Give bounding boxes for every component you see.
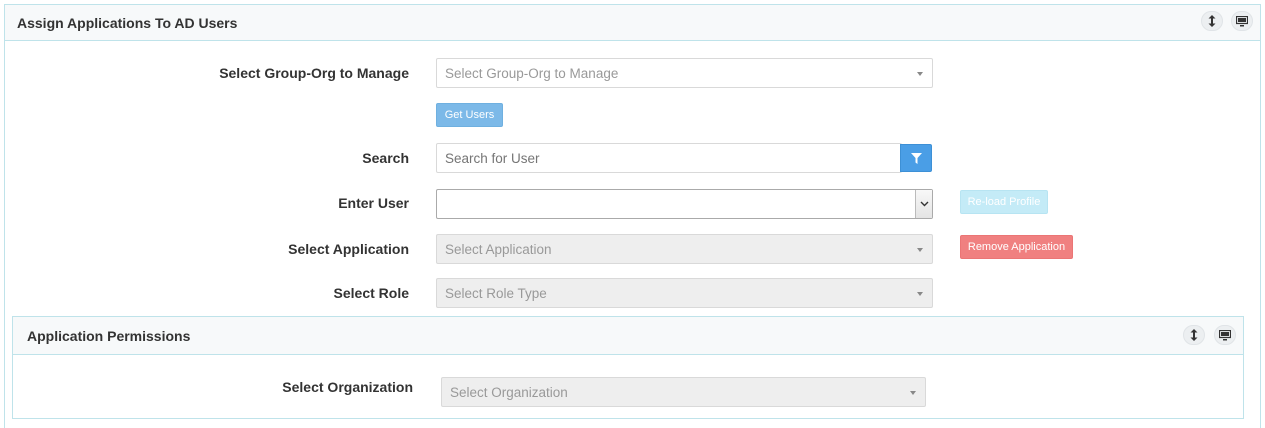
- chevron-down-icon: [917, 72, 923, 76]
- enter-user-select[interactable]: [436, 189, 933, 219]
- role-placeholder: Select Role Type: [445, 286, 547, 301]
- panel-title: Assign Applications To AD Users: [17, 15, 238, 31]
- organization-placeholder: Select Organization: [450, 385, 568, 400]
- group-org-select[interactable]: Select Group-Org to Manage: [436, 58, 933, 88]
- get-users-button[interactable]: Get Users: [436, 103, 503, 127]
- group-org-label: Select Group-Org to Manage: [219, 65, 409, 81]
- role-label: Select Role: [333, 285, 409, 301]
- chevron-down-icon: [910, 391, 916, 395]
- resize-vertical-icon[interactable]: [1201, 11, 1223, 31]
- search-input[interactable]: [436, 143, 902, 173]
- permissions-panel-header: Application Permissions: [13, 317, 1243, 355]
- chevron-down-icon: [920, 201, 928, 207]
- role-select[interactable]: Select Role Type: [436, 278, 933, 308]
- chevron-down-icon: [917, 248, 923, 252]
- application-label: Select Application: [288, 241, 409, 257]
- resize-vertical-icon[interactable]: [1183, 325, 1205, 345]
- panel-header: Assign Applications To AD Users: [5, 5, 1260, 41]
- enter-user-label: Enter User: [338, 195, 409, 211]
- filter-icon: [910, 152, 922, 164]
- organization-select[interactable]: Select Organization: [441, 377, 926, 407]
- permissions-panel-title: Application Permissions: [27, 328, 191, 344]
- application-placeholder: Select Application: [445, 242, 552, 257]
- search-label: Search: [362, 150, 409, 166]
- dropdown-arrow[interactable]: [915, 190, 932, 218]
- monitor-icon[interactable]: [1214, 325, 1236, 345]
- remove-application-button[interactable]: Remove Application: [960, 235, 1073, 259]
- reload-profile-button[interactable]: Re-load Profile: [960, 190, 1048, 214]
- group-org-placeholder: Select Group-Org to Manage: [445, 66, 619, 81]
- application-permissions-panel: Application Permissions Select Organizat…: [12, 316, 1244, 419]
- monitor-icon[interactable]: [1231, 11, 1253, 31]
- filter-button[interactable]: [900, 144, 932, 172]
- chevron-down-icon: [917, 292, 923, 296]
- organization-label: Select Organization: [282, 379, 413, 395]
- application-select[interactable]: Select Application: [436, 234, 933, 264]
